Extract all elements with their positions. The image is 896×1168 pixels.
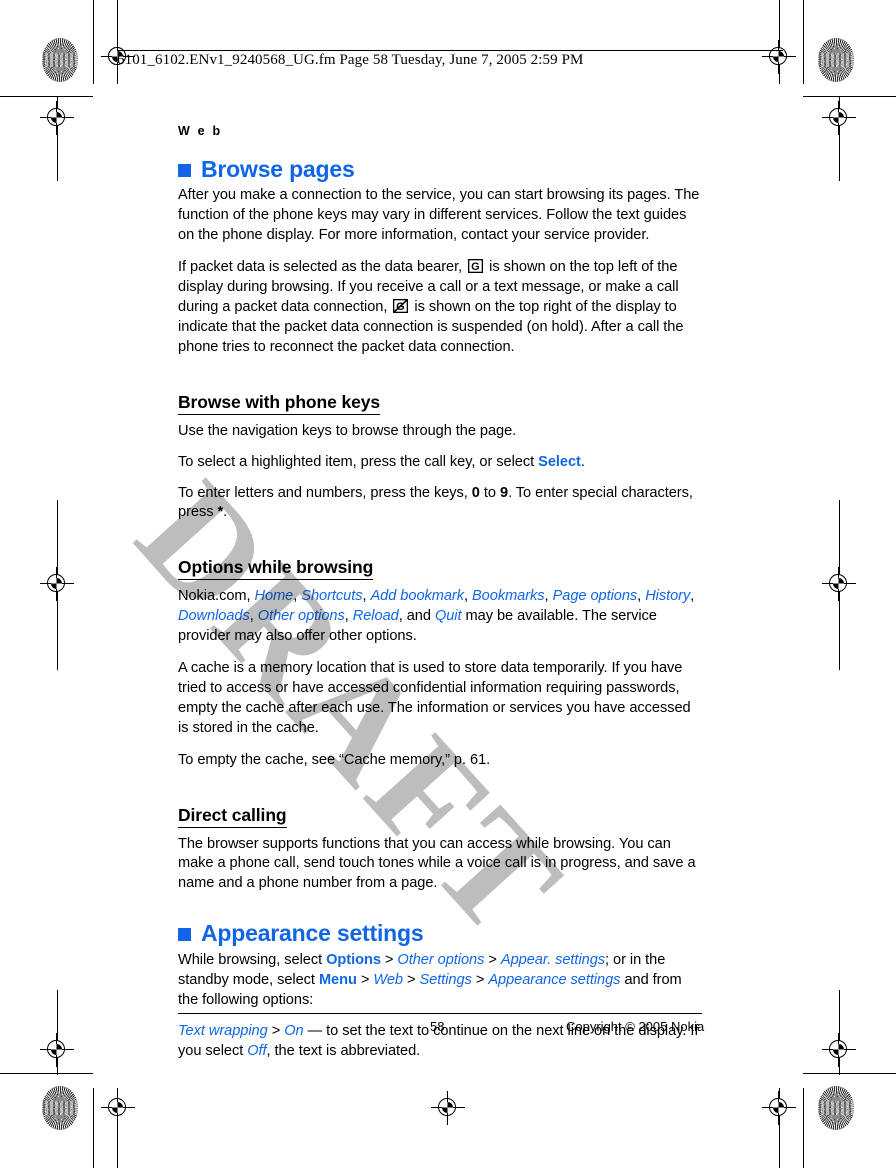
running-head: W e b — [178, 124, 223, 138]
path-separator-6: > — [271, 1023, 281, 1040]
menu-item-reload[interactable]: Reload — [353, 608, 399, 624]
menu-item-quit[interactable]: Quit — [435, 608, 462, 624]
menu-item-page-options[interactable]: Page options — [553, 588, 638, 604]
paragraph-cache-info: A cache is a memory location that is use… — [178, 660, 691, 736]
options-intro-pre: Nokia.com, — [178, 588, 251, 605]
menu-item-history[interactable]: History — [645, 588, 690, 604]
path-separator-2: > — [488, 951, 497, 968]
menu-item-settings[interactable]: Settings — [419, 972, 471, 988]
subheading-browse-with-phone-keys: Browse with phone keys — [178, 392, 380, 415]
select-text-post: . — [580, 453, 585, 470]
select-text-pre: To select a highlighted item, press the … — [178, 453, 535, 470]
setting-text-wrapping[interactable]: Text wrapping — [178, 1023, 268, 1039]
packet-text-1: If packet data is selected as the data b… — [178, 259, 463, 276]
footer-rule — [178, 1013, 702, 1014]
menu-item-appearance-settings[interactable]: Appearance settings — [488, 972, 620, 988]
subheading-options-while-browsing: Options while browsing — [178, 557, 373, 581]
menu-item-bookmarks[interactable]: Bookmarks — [472, 588, 545, 604]
section-heading-label: Browse pages — [201, 156, 355, 182]
menu-item-downloads[interactable]: Downloads — [178, 608, 250, 624]
menu-item-shortcuts[interactable]: Shortcuts — [301, 588, 362, 604]
paragraph-browse-options: Nokia.com, Home, Shortcuts, Add bookmark… — [178, 588, 695, 645]
paragraph-enter-letters: To enter letters and numbers, press the … — [178, 484, 702, 524]
footer-page-number: 58 — [430, 1019, 445, 1034]
path-separator-3: > — [360, 971, 370, 988]
manual-page: W e b Browse pages After you make a conn… — [0, 0, 896, 1168]
footer-copyright: Copyright © 2005 Nokia — [566, 1019, 705, 1034]
letters-text-pre: To enter letters and numbers, press the … — [178, 484, 468, 501]
section-heading-appearance-settings: Appearance settings — [178, 920, 702, 946]
svg-text:G: G — [471, 261, 480, 273]
section-heading-label-2: Appearance settings — [201, 920, 424, 947]
letters-text-end: . — [223, 504, 228, 521]
setting-value-off[interactable]: Off — [247, 1043, 266, 1059]
menu-item-other-options-2[interactable]: Other options — [397, 952, 484, 968]
paragraph-cache-reference: To empty the cache, see “Cache memory,” … — [178, 751, 491, 768]
menu-item-web[interactable]: Web — [373, 972, 403, 988]
paragraph-nav-keys: Use the navigation keys to browse throug… — [178, 422, 517, 439]
setting-value-on[interactable]: On — [284, 1023, 303, 1039]
paragraph-select-item: To select a highlighted item, press the … — [178, 453, 702, 473]
menu-item-home[interactable]: Home — [255, 588, 294, 604]
letters-text-mid: to — [483, 484, 496, 501]
section-bullet-square-icon-2 — [178, 928, 191, 941]
subheading-direct-calling: Direct calling — [178, 805, 287, 828]
paragraph-intro: After you make a connection to the servi… — [178, 187, 700, 244]
menu-item-add-bookmark[interactable]: Add bookmark — [370, 588, 464, 604]
softkey-select[interactable]: Select — [538, 454, 581, 470]
paragraph-direct-calling: The browser supports functions that you … — [178, 835, 696, 892]
key-zero: 0 — [471, 484, 480, 501]
gprs-indicator-icon: G — [468, 259, 484, 274]
menu-item-menu[interactable]: Menu — [319, 972, 357, 988]
menu-item-appear-settings[interactable]: Appear. settings — [501, 952, 605, 968]
menu-item-other-options[interactable]: Other options — [258, 608, 345, 624]
paragraph-appearance-path: While browsing, select Options > Other o… — [178, 951, 702, 1011]
text-wrapping-end: , the text is abbreviated. — [266, 1043, 421, 1060]
path-separator-4: > — [406, 971, 416, 988]
section-heading-browse-pages: Browse pages — [178, 156, 702, 182]
paragraph-packet-data: If packet data is selected as the data b… — [178, 258, 702, 358]
path-separator-5: > — [475, 971, 485, 988]
key-nine: 9 — [499, 484, 509, 501]
options-and: , and — [398, 608, 431, 625]
path-separator-1: > — [384, 951, 394, 968]
page-content: Browse pages After you make a connection… — [178, 156, 702, 1074]
gprs-suspended-icon: G — [393, 298, 409, 313]
section-bullet-square-icon — [178, 163, 191, 177]
appearance-text-pre: While browsing, select — [178, 951, 323, 968]
menu-item-options[interactable]: Options — [326, 952, 381, 968]
